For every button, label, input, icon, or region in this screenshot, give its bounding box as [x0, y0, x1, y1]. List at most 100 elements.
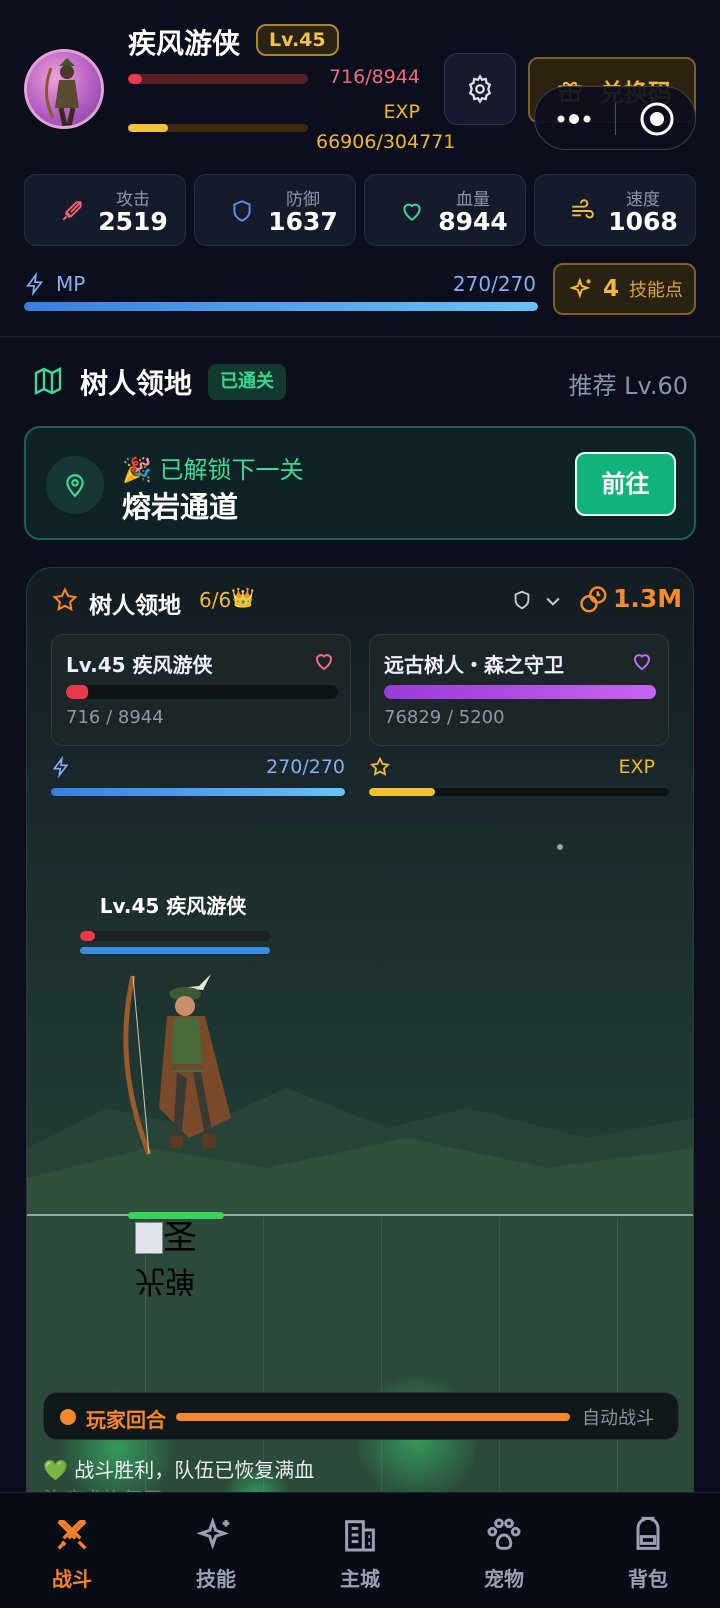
enemy-panel-hp-value: 76829 / 5200 [384, 707, 505, 728]
backpack-icon [636, 1516, 660, 1550]
stat-defense: 防御 1637 [194, 174, 356, 246]
player-hp-bar [128, 74, 308, 84]
player-status-panel: Lv.45 疾风游侠 716 / 8944 [51, 634, 351, 746]
player-exp-value: 66906/304771 [316, 131, 456, 153]
paw-icon [487, 1518, 521, 1550]
player-panel-hp-bar [66, 685, 338, 699]
nav-label: 战斗 [52, 1567, 92, 1591]
gear-icon [468, 74, 492, 104]
next-stage-card: 🎉 已解锁下一关 熔岩通道 前往 [24, 426, 696, 540]
sparkles-icon [569, 277, 591, 299]
skill-points-button[interactable]: 4 技能点 [553, 263, 696, 315]
turn-progress-bar [176, 1413, 570, 1421]
heart-icon [403, 203, 421, 221]
section-divider [0, 336, 720, 337]
buildings-icon [345, 1520, 375, 1552]
turn-indicator: 玩家回合 自动战斗 [43, 1392, 679, 1440]
recommended-level: 推荐 Lv.60 [568, 372, 688, 400]
mp-label: MP [56, 272, 86, 296]
stat-value: 1068 [608, 207, 678, 236]
stat-speed: 速度 1068 [534, 174, 696, 246]
crossed-swords-icon [57, 1520, 87, 1550]
hero-mp-bar [80, 947, 270, 954]
mp-value: 270/270 [452, 272, 536, 296]
hero-hp-bar [80, 931, 270, 941]
battle-exp-bar [369, 788, 669, 796]
sparkles-icon [196, 1517, 230, 1550]
cleared-badge: 已通关 [208, 364, 286, 400]
nav-label: 技能 [196, 1567, 236, 1591]
enemy-status-panel: 远古树人・森之守卫 76829 / 5200 [369, 634, 669, 746]
area-title: 树人领地 [80, 367, 193, 400]
skill-points-count: 4 [603, 276, 620, 302]
go-button[interactable]: 前往 [575, 452, 676, 516]
nav-city[interactable]: 主城 [288, 1493, 432, 1608]
star-icon [52, 587, 78, 612]
shield-icon [233, 200, 251, 222]
star-icon [369, 756, 391, 776]
coins-icon [580, 586, 607, 613]
chevron-down-icon[interactable] [543, 591, 563, 611]
player-panel-name: Lv.45 疾风游侠 [66, 653, 213, 677]
lightning-icon [26, 272, 44, 296]
broken-image-icon [135, 1222, 163, 1254]
nav-battle[interactable]: 战斗 [0, 1493, 144, 1608]
player-hp-value: 716/8944 [328, 66, 420, 88]
auto-battle-toggle[interactable]: 自动战斗 [582, 1404, 654, 1430]
player-name: 疾风游侠 [128, 27, 241, 60]
battle-mp-value: 270/270 [266, 756, 345, 778]
capsule-divider [615, 103, 616, 135]
location-pin-icon [66, 474, 84, 498]
stat-attack: 攻击 2519 [24, 174, 186, 246]
stat-value: 8944 [438, 207, 508, 236]
broken-image: 圣 [135, 1218, 215, 1258]
ranger-portrait-icon [45, 58, 79, 126]
broken-image-alt: 圣 [163, 1218, 197, 1258]
particle-dot [557, 844, 563, 850]
nav-pets[interactable]: 宠物 [432, 1493, 576, 1608]
location-pin-badge [46, 456, 104, 514]
nav-label: 宠物 [484, 1567, 524, 1591]
nav-label: 背包 [628, 1567, 668, 1591]
nav-label: 主城 [340, 1567, 380, 1591]
stage-progress: 6/6 [199, 588, 232, 612]
battle-area-name: 树人领地 [89, 593, 181, 619]
exp-label: EXP [383, 101, 420, 123]
enemy-panel-hp-bar [384, 685, 656, 699]
battle-mp-bar [51, 788, 345, 796]
hero-name-label: Lv.45 疾风游侠 [99, 894, 247, 918]
skill-points-label: 技能点 [629, 280, 684, 301]
next-stage-name: 熔岩通道 [122, 490, 239, 524]
player-avatar[interactable] [24, 49, 104, 129]
bottom-nav: 战斗 技能 主城 宠物 背包 [0, 1492, 720, 1608]
broken-image-alt-2: 光弹 [135, 1263, 195, 1298]
nav-backpack[interactable]: 背包 [576, 1493, 720, 1608]
more-options-icon[interactable] [555, 109, 595, 129]
settings-button[interactable] [444, 53, 516, 125]
heart-icon [315, 654, 333, 671]
map-icon [34, 367, 62, 395]
sword-icon [62, 201, 82, 221]
lightning-icon [52, 756, 69, 778]
turn-dot [60, 1409, 76, 1425]
nav-skills[interactable]: 技能 [144, 1493, 288, 1608]
close-miniprogram-icon[interactable] [639, 101, 675, 137]
enemy-panel-name: 远古树人・森之守卫 [384, 653, 564, 677]
heart-icon [633, 654, 651, 671]
battle-panel: 树人领地 6/6 👑 1.3M Lv.45 疾风游侠 716 / 8944 远古… [26, 567, 694, 1567]
player-exp-bar [128, 124, 308, 132]
battle-exp-label: EXP [618, 756, 655, 778]
shield-icon[interactable] [511, 587, 533, 613]
stat-value: 1637 [268, 207, 338, 236]
gold-amount: 1.3M [613, 584, 683, 613]
crown-icon: 👑 [231, 587, 255, 609]
player-panel-hp-value: 716 / 8944 [66, 707, 164, 728]
miniprogram-capsule [534, 86, 696, 150]
stat-value: 2519 [98, 207, 168, 236]
mp-bar [24, 302, 538, 311]
unlock-label: 🎉 已解锁下一关 [122, 456, 304, 484]
turn-label: 玩家回合 [86, 1408, 166, 1432]
ranger-hero-sprite[interactable] [119, 968, 249, 1158]
player-level-badge: Lv.45 [256, 24, 339, 56]
wind-icon [572, 199, 594, 219]
